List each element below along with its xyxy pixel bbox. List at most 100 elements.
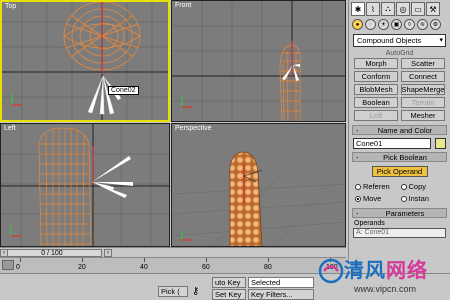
selection-set-dropdown[interactable]: Selected [248,277,314,288]
radio-referen[interactable]: Referen [355,182,399,191]
viewport-top[interactable]: Top Cone02 [0,0,170,122]
prev-frame-icon[interactable]: ‹ [0,249,8,257]
cone-spikes [87,75,122,115]
operands-list-item[interactable]: A: Cone01 [353,228,446,238]
track-tick [144,258,145,262]
viewport-left[interactable]: Left [0,123,170,247]
radio-move[interactable]: Move [355,194,399,203]
collapse-icon: - [356,152,359,162]
name-color-rollout[interactable]: - Name and Color [352,125,447,135]
radio-dot-icon[interactable] [400,195,407,202]
key-icon[interactable]: ⚷ [192,286,199,297]
rollout-title: Name and Color [377,125,433,135]
object-button-shapemerge[interactable]: ShapeMerge [401,84,445,95]
track-tick [82,258,83,262]
collapse-icon: - [356,125,359,135]
perspective-scene [172,151,345,246]
track-tick-label: 80 [264,264,272,271]
systems-icon[interactable]: ⚙ [430,19,441,30]
object-button-mesher[interactable]: Mesher [401,110,445,121]
tube-wireframe [279,44,301,121]
frame-counter: 0 / 100 [41,250,63,257]
left-scene [1,124,169,246]
object-button-terrain[interactable]: Terrain [401,97,445,108]
shapes-icon[interactable]: ◌ [365,19,376,30]
radio-dot-icon[interactable] [400,183,407,190]
watermark: 清风网络 www.vipcn.com [316,252,450,300]
track-tick-label: 40 [140,264,148,271]
collapse-icon: - [356,208,359,218]
time-slider[interactable]: 0 / 100 [2,249,102,257]
radio-dot-icon[interactable] [355,195,361,202]
radio-dot-icon[interactable] [355,183,361,190]
autogrid-label[interactable]: AutoGrid [349,50,450,57]
create-subtabs: ● ◌ ☀ ▣ ◊ ≋ ⚙ [349,18,450,31]
spacewarps-icon[interactable]: ≋ [417,19,428,30]
command-panel: ✱ ⌇ ⛬ ◎ ▭ ⚒ ● ◌ ☀ ▣ ◊ ≋ ⚙ Compound Objec… [348,0,450,262]
pick-operand-button[interactable]: Pick Operand [371,166,428,177]
panel-tabs: ✱ ⌇ ⛬ ◎ ▭ ⚒ [349,0,450,18]
chevron-down-icon: ▾ [439,37,443,44]
object-button-connect[interactable]: Connect [401,71,445,82]
radio-label: Referen [363,182,390,191]
utilities-tab-icon[interactable]: ⚒ [426,2,440,16]
front-scene [172,1,345,121]
motion-tab-icon[interactable]: ◎ [396,2,410,16]
operands-label: Operands [354,220,385,227]
parameters-rollout[interactable]: - Parameters [352,208,447,218]
viewport-front[interactable]: Front [171,0,346,122]
axis-gizmo [11,94,22,106]
track-tick [268,258,269,262]
scaled-tube-render [229,151,263,246]
object-name-field[interactable]: Cone01 [353,138,431,149]
track-bar[interactable]: 0 20 40 60 80 100 [0,257,346,273]
geometry-icon[interactable]: ● [352,19,363,30]
radio-label: Move [363,194,382,203]
watermark-title-b: 网络 [386,258,428,282]
auto-key-button[interactable]: uto Key [212,277,246,288]
object-color-swatch[interactable] [435,138,446,149]
modify-tab-icon[interactable]: ⌇ [366,2,380,16]
track-bar-toggle-icon[interactable] [2,260,14,270]
viewport-label-front[interactable]: Front [175,2,191,9]
object-button-morph[interactable]: Morph [354,58,398,69]
viewport-label-left[interactable]: Left [4,125,16,132]
create-tab-icon[interactable]: ✱ [351,2,365,16]
pick-prompt: Pick ( [158,286,188,297]
category-dropdown-value: Compound Objects [357,36,422,45]
set-key-button[interactable]: Set Key [212,289,246,300]
rollout-title: Pick Boolean [383,152,427,162]
left-spikes [92,156,133,198]
radio-copy[interactable]: Copy [400,182,445,191]
selection-set-value: Selected [251,278,281,287]
display-tab-icon[interactable]: ▭ [411,2,425,16]
cameras-icon[interactable]: ▣ [391,19,402,30]
viewport-label-top[interactable]: Top [5,3,16,10]
watermark-title-a: 清风 [344,258,386,282]
rollout-title: Parameters [385,208,425,218]
track-tick-label: 0 [16,264,20,271]
radio-instan[interactable]: Instan [400,194,445,203]
track-tick-label: 20 [78,264,86,271]
hierarchy-tab-icon[interactable]: ⛬ [381,2,395,16]
object-type-buttons: Morph Scatter Conform Connect BlobMesh ShapeM… [349,57,450,122]
object-button-boolean[interactable]: Boolean [354,97,398,108]
next-frame-icon[interactable]: › [104,249,112,257]
radio-label: Instan [408,194,429,203]
object-button-loft[interactable]: Loft [354,110,398,121]
lights-icon[interactable]: ☀ [378,19,389,30]
key-filters-button[interactable]: Key Filters... [248,289,314,300]
watermark-logo-icon [318,258,344,284]
viewport-perspective[interactable]: Perspective [171,123,346,247]
object-button-blobmesh[interactable]: BlobMesh [354,84,398,95]
column-wireframe [38,127,92,246]
object-button-scatter[interactable]: Scatter [401,58,445,69]
pick-boolean-rollout[interactable]: - Pick Boolean [352,152,447,162]
helpers-icon[interactable]: ◊ [404,19,415,30]
object-button-conform[interactable]: Conform [354,71,398,82]
viewport-label-perspective[interactable]: Perspective [175,125,212,132]
category-dropdown[interactable]: Compound Objects ▾ [353,34,446,47]
time-slider-bar: 0 / 100 ‹ › [0,247,346,257]
track-tick [206,258,207,262]
name-row: Cone01 [353,138,446,149]
